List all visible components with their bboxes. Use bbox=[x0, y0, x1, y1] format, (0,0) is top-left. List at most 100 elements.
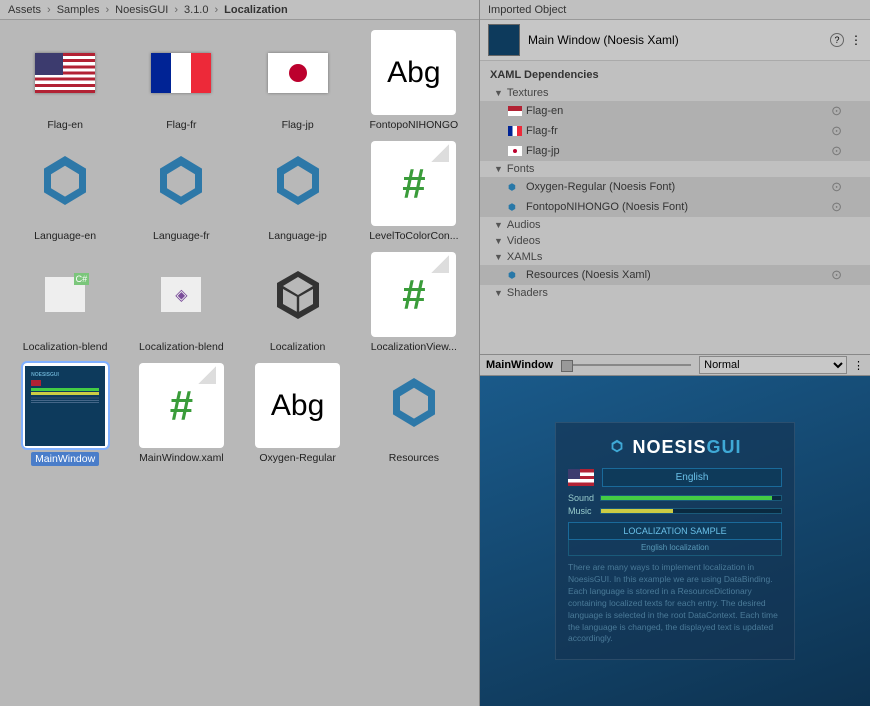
flag-fr-icon bbox=[151, 53, 211, 93]
noesis-icon bbox=[30, 149, 100, 219]
asset-grid: Flag-en Flag-fr Flag-jp AbgFontopoNIHONG… bbox=[0, 20, 479, 706]
breadcrumb-current[interactable]: Localization bbox=[224, 4, 288, 16]
triangle-down-icon: ▼ bbox=[494, 236, 503, 246]
sound-label: Sound bbox=[568, 493, 600, 503]
flag-jp-icon bbox=[268, 53, 328, 93]
code-file-icon: # bbox=[146, 366, 216, 446]
deps-group-videos[interactable]: ▼Videos bbox=[480, 233, 870, 249]
asset-thumb-mini bbox=[488, 24, 520, 56]
deps-item[interactable]: Flag-en⊙ bbox=[480, 101, 870, 121]
asset-item[interactable]: Localization bbox=[243, 252, 353, 353]
sample-title: LOCALIZATION SAMPLE bbox=[568, 522, 782, 540]
deps-item[interactable]: ⬢Oxygen-Regular (Noesis Font)⊙ bbox=[480, 177, 870, 197]
help-icon[interactable]: ? bbox=[830, 33, 844, 47]
inspector-title: Main Window (Noesis Xaml) bbox=[528, 33, 826, 47]
asset-item[interactable]: Language-jp bbox=[243, 141, 353, 242]
deps-group-textures[interactable]: ▼Textures bbox=[480, 85, 870, 101]
noesis-icon bbox=[263, 149, 333, 219]
code-file-icon: # bbox=[379, 255, 449, 335]
locate-icon[interactable]: ⊙ bbox=[831, 179, 842, 195]
breadcrumb-item[interactable]: 3.1.0 bbox=[184, 4, 208, 16]
asset-label: Resources bbox=[389, 452, 439, 464]
inspector-header: Imported Object bbox=[480, 0, 870, 20]
asset-label: Localization bbox=[270, 341, 325, 353]
flag-us-icon bbox=[508, 106, 522, 116]
asset-item[interactable]: AbgFontopoNIHONGO bbox=[359, 30, 469, 131]
asset-label: LevelToColorCon... bbox=[369, 230, 458, 242]
xaml-mini-icon: ⬢ bbox=[508, 270, 522, 280]
preview-mode-select[interactable]: Normal bbox=[699, 356, 847, 374]
breadcrumb-item[interactable]: Assets bbox=[8, 4, 41, 16]
asset-item[interactable]: ◈ Localization-blend bbox=[126, 252, 236, 353]
asset-item[interactable]: Flag-en bbox=[10, 30, 120, 131]
breadcrumb-item[interactable]: Samples bbox=[57, 4, 100, 16]
breadcrumb: Assets› Samples› NoesisGUI› 3.1.0› Local… bbox=[0, 0, 479, 20]
preview-area[interactable]: NOESISGUI English Sound Music LOCALIZATI… bbox=[480, 376, 870, 706]
music-label: Music bbox=[568, 506, 600, 516]
unity-icon bbox=[268, 265, 328, 325]
blend-icon: ◈ bbox=[161, 277, 201, 312]
flag-us-icon bbox=[35, 53, 95, 93]
chevron-right-icon: › bbox=[214, 4, 218, 16]
asset-label: FontopoNIHONGO bbox=[370, 119, 459, 131]
asset-item[interactable]: # LocalizationView... bbox=[359, 252, 469, 353]
asset-label: Language-jp bbox=[268, 230, 326, 242]
kebab-menu-icon[interactable]: ⋮ bbox=[853, 359, 864, 372]
noesis-logo: NOESISGUI bbox=[568, 437, 782, 458]
font-mini-icon: ⬢ bbox=[508, 182, 522, 192]
breadcrumb-item[interactable]: NoesisGUI bbox=[115, 4, 168, 16]
locate-icon[interactable]: ⊙ bbox=[831, 143, 842, 159]
triangle-down-icon: ▼ bbox=[494, 220, 503, 230]
asset-label: Language-en bbox=[34, 230, 96, 242]
preview-toolbar: MainWindow Normal ⋮ bbox=[480, 354, 870, 376]
locate-icon[interactable]: ⊙ bbox=[831, 267, 842, 283]
asset-browser: Assets› Samples› NoesisGUI› 3.1.0› Local… bbox=[0, 0, 480, 706]
dependencies-section: XAML Dependencies ▼Textures Flag-en⊙ Fla… bbox=[480, 61, 870, 305]
asset-item-selected[interactable]: NOESISGUIMainWindow bbox=[10, 363, 120, 466]
locate-icon[interactable]: ⊙ bbox=[831, 199, 842, 215]
noesis-icon bbox=[146, 149, 216, 219]
asset-label: Flag-fr bbox=[166, 119, 196, 131]
kebab-menu-icon[interactable]: ⋮ bbox=[850, 33, 862, 47]
triangle-down-icon: ▼ bbox=[494, 164, 503, 174]
deps-item[interactable]: ⬢FontopoNIHONGO (Noesis Font)⊙ bbox=[480, 197, 870, 217]
asset-label: Flag-jp bbox=[282, 119, 314, 131]
deps-group-fonts[interactable]: ▼Fonts bbox=[480, 161, 870, 177]
inspector-title-row: Main Window (Noesis Xaml) ? ⋮ bbox=[480, 20, 870, 61]
asset-item[interactable]: Language-en bbox=[10, 141, 120, 242]
locate-icon[interactable]: ⊙ bbox=[831, 123, 842, 139]
font-icon: Abg bbox=[271, 389, 324, 423]
asset-label: LocalizationView... bbox=[371, 341, 457, 353]
language-button[interactable]: English bbox=[602, 468, 782, 487]
triangle-down-icon: ▼ bbox=[494, 288, 503, 298]
deps-group-xamls[interactable]: ▼XAMLs bbox=[480, 249, 870, 265]
blend-icon: C# bbox=[45, 277, 85, 312]
deps-item[interactable]: Flag-jp⊙ bbox=[480, 141, 870, 161]
asset-item[interactable]: C#Localization-blend bbox=[10, 252, 120, 353]
asset-label: Localization-blend bbox=[139, 341, 224, 353]
deps-title: XAML Dependencies bbox=[480, 65, 870, 85]
noesis-icon bbox=[379, 371, 449, 441]
asset-item[interactable]: Abg Oxygen-Regular bbox=[243, 363, 353, 466]
asset-label: Oxygen-Regular bbox=[259, 452, 335, 464]
asset-label: MainWindow.xaml bbox=[139, 452, 224, 464]
locate-icon[interactable]: ⊙ bbox=[831, 103, 842, 119]
chevron-right-icon: › bbox=[174, 4, 178, 16]
asset-item[interactable]: Language-fr bbox=[126, 141, 236, 242]
flag-us-icon bbox=[568, 469, 594, 486]
asset-item[interactable]: Resources bbox=[359, 363, 469, 466]
deps-item[interactable]: ⬢Resources (Noesis Xaml)⊙ bbox=[480, 265, 870, 285]
sound-slider[interactable] bbox=[600, 495, 782, 501]
deps-group-shaders[interactable]: ▼Shaders bbox=[480, 285, 870, 301]
preview-zoom-slider[interactable] bbox=[561, 364, 691, 366]
sample-subtitle: English localization bbox=[568, 540, 782, 556]
asset-item[interactable]: Flag-jp bbox=[243, 30, 353, 131]
asset-item[interactable]: # MainWindow.xaml bbox=[126, 363, 236, 466]
deps-item[interactable]: Flag-fr⊙ bbox=[480, 121, 870, 141]
asset-label: Language-fr bbox=[153, 230, 210, 242]
asset-item[interactable]: #LevelToColorCon... bbox=[359, 141, 469, 242]
deps-group-audios[interactable]: ▼Audios bbox=[480, 217, 870, 233]
music-slider[interactable] bbox=[600, 508, 782, 514]
asset-item[interactable]: Flag-fr bbox=[126, 30, 236, 131]
font-mini-icon: ⬢ bbox=[508, 202, 522, 212]
